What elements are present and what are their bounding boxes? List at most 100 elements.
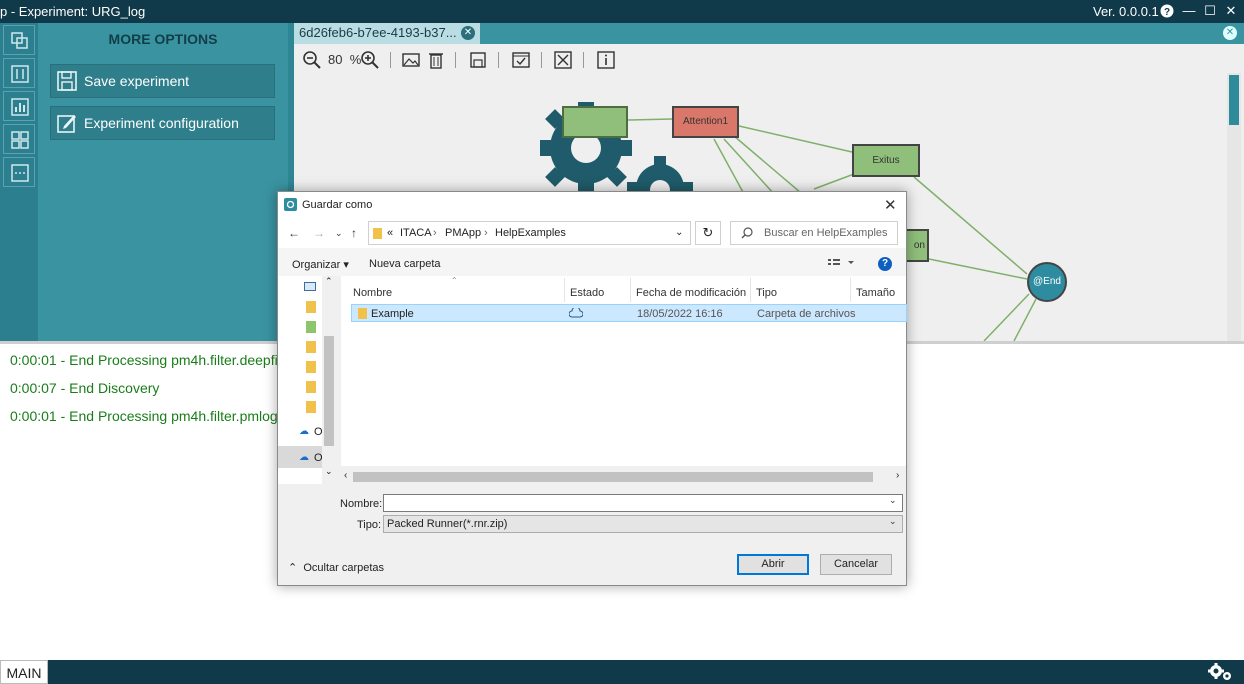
close-tab-icon[interactable]: ✕ <box>461 26 475 40</box>
folder-icon[interactable] <box>306 341 316 353</box>
scroll-thumb[interactable] <box>1229 75 1239 125</box>
download-folder-icon[interactable] <box>306 321 316 333</box>
cloud-status-icon <box>569 308 583 318</box>
maximize-icon[interactable]: ☐ <box>1201 2 1219 20</box>
experiment-configuration-label: Experiment configuration <box>84 115 239 131</box>
up-arrow-icon[interactable]: ↑ <box>351 226 357 240</box>
rail-filter-button[interactable] <box>3 58 35 88</box>
more-options-header: MORE OPTIONS <box>108 31 218 47</box>
svg-text:?: ? <box>1164 7 1170 18</box>
refresh-button[interactable]: ↻ <box>695 221 721 245</box>
experiment-configuration-button[interactable]: Experiment configuration <box>50 106 275 140</box>
folder-icon[interactable] <box>306 301 316 313</box>
folder-icon[interactable] <box>306 361 316 373</box>
canvas-tab-bar: 6d26feb6-b7ee-4193-b37... ✕ <box>294 23 1244 44</box>
breadcrumb-separator-icon: › <box>433 227 437 239</box>
version-label: Ver. 0.0.0.1 <box>1093 4 1159 19</box>
node-end[interactable]: @End <box>1027 262 1067 302</box>
breadcrumb-pmapp[interactable]: PMApp <box>445 227 481 239</box>
refresh-icon: ↻ <box>702 225 714 240</box>
save-experiment-button[interactable]: Save experiment <box>50 64 275 98</box>
left-icon-rail <box>0 23 38 341</box>
sort-indicator-icon: ⌃ <box>451 276 458 285</box>
file-name: Example <box>371 308 414 320</box>
node-attention1[interactable]: Attention1 <box>672 106 739 138</box>
nombre-label: Nombre: <box>340 498 383 510</box>
rail-chart-button[interactable] <box>3 91 35 121</box>
organize-button[interactable]: Organizar ▾ <box>292 258 349 271</box>
node-green-start[interactable] <box>562 106 628 138</box>
dialog-title-bar: Guardar como ✕ <box>278 192 906 218</box>
desktop-icon[interactable] <box>304 282 316 291</box>
new-folder-button[interactable]: Nueva carpeta <box>369 258 441 270</box>
rail-grid-button[interactable] <box>3 124 35 154</box>
breadcrumb-overflow[interactable]: « <box>387 227 393 239</box>
experiment-tab[interactable]: 6d26feb6-b7ee-4193-b37... ✕ <box>294 23 480 44</box>
dialog-help-icon[interactable]: ? <box>878 257 892 271</box>
close-window-icon[interactable]: ✕ <box>1222 2 1240 20</box>
file-date: 18/05/2022 16:16 <box>637 308 723 320</box>
save-as-dialog: Guardar como ✕ ← → ⌄ ↑ « ITACA › PMApp ›… <box>277 191 907 586</box>
file-list-horizontal-scrollbar[interactable]: ‹ › <box>341 470 906 484</box>
minimize-icon[interactable]: — <box>1180 2 1198 20</box>
folder-icon <box>358 308 367 319</box>
search-input[interactable]: Buscar en HelpExamples <box>730 221 898 245</box>
rail-more-button[interactable] <box>3 157 35 187</box>
canvas-vertical-scrollbar[interactable] <box>1227 73 1241 341</box>
scroll-thumb[interactable] <box>324 336 334 446</box>
more-icon <box>11 164 29 182</box>
recent-chevron-icon[interactable]: ⌄ <box>335 228 343 239</box>
scroll-up-icon[interactable]: ⌃ <box>325 276 333 287</box>
log-line: 0:00:01 - End Processing pm4h.filter.pml… <box>10 408 292 424</box>
search-placeholder: Buscar en HelpExamples <box>764 227 888 239</box>
chevron-down-icon[interactable]: ⌄ <box>889 495 897 506</box>
address-dropdown-icon[interactable]: ⌄ <box>675 227 683 238</box>
chevron-down-icon[interactable]: ⌄ <box>889 516 897 527</box>
settings-gears-icon[interactable] <box>1206 662 1234 682</box>
main-tab[interactable]: MAIN <box>0 660 48 684</box>
folder-icon[interactable] <box>306 381 316 393</box>
log-line: 0:00:01 - End Processing pm4h.filter.dee… <box>10 352 298 368</box>
file-type-select[interactable]: Packed Runner(*.rnr.zip) ⌄ <box>383 515 903 533</box>
view-options-icon[interactable] <box>828 258 854 268</box>
rail-copy-button[interactable] <box>3 25 35 55</box>
save-icon <box>57 71 77 91</box>
filename-input[interactable]: ⌄ <box>383 494 903 512</box>
dialog-title: Guardar como <box>302 199 373 211</box>
scroll-left-icon[interactable]: ‹ <box>344 470 347 481</box>
dialog-close-icon[interactable]: ✕ <box>884 196 897 214</box>
table-row[interactable]: Example 18/05/2022 16:16 Carpeta de arch… <box>351 304 907 322</box>
more-options-panel: MORE OPTIONS Save experiment Experiment … <box>38 23 288 341</box>
cancel-button[interactable]: Cancelar <box>820 554 892 575</box>
forward-arrow-icon[interactable]: → <box>313 226 325 240</box>
scroll-thumb[interactable] <box>353 472 873 482</box>
onedrive-icon[interactable]: ☁ <box>299 452 309 463</box>
breadcrumb-helpexamples[interactable]: HelpExamples <box>495 227 566 239</box>
address-bar[interactable]: « ITACA › PMApp › HelpExamples ⌄ <box>368 221 691 245</box>
back-arrow-icon[interactable]: ← <box>288 226 300 240</box>
file-type-value: Packed Runner(*.rnr.zip) <box>387 518 508 530</box>
hide-folders-toggle[interactable]: ⌃ Ocultar carpetas <box>288 561 384 574</box>
app-icon <box>284 198 297 211</box>
column-header-tipo[interactable]: Tipo <box>756 287 777 299</box>
help-icon[interactable]: ? <box>1158 2 1176 20</box>
column-header-tamano[interactable]: Tamaño <box>856 287 895 299</box>
folder-icon[interactable] <box>306 401 316 413</box>
breadcrumb-itaca[interactable]: ITACA <box>400 227 432 239</box>
tipo-label: Tipo: <box>357 519 382 531</box>
window-title: p - Experiment: URG_log <box>0 4 146 19</box>
column-header-estado[interactable]: Estado <box>570 287 604 299</box>
scroll-right-icon[interactable]: › <box>896 470 899 481</box>
file-list[interactable]: ⌃ Nombre Estado Fecha de modificación Ti… <box>341 276 907 466</box>
column-header-nombre[interactable]: Nombre <box>353 287 392 299</box>
breadcrumb-separator-icon: › <box>484 227 488 239</box>
edit-icon <box>57 115 76 133</box>
nav-pane-scrollbar[interactable]: ⌃ ⌄ <box>322 276 336 484</box>
column-header-fecha[interactable]: Fecha de modificación <box>636 287 746 299</box>
scroll-down-icon[interactable]: ⌄ <box>325 466 333 477</box>
onedrive-icon[interactable]: ☁ <box>299 426 309 437</box>
open-button[interactable]: Abrir <box>737 554 809 575</box>
node-exitus[interactable]: Exitus <box>852 144 920 177</box>
log-line: 0:00:07 - End Discovery <box>10 380 160 396</box>
close-panel-icon[interactable]: ✕ <box>1223 26 1237 40</box>
